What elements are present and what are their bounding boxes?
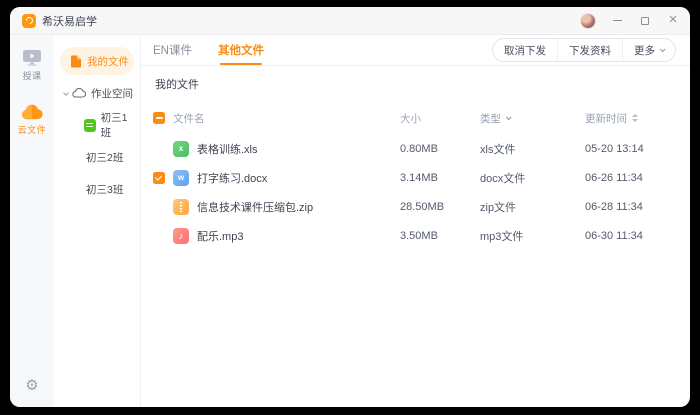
file-type: xls文件 bbox=[480, 141, 585, 157]
app-window: 希沃易启学 ✕ 授课 bbox=[10, 7, 690, 407]
sidebar-item-class-1[interactable]: 初三1班 bbox=[60, 111, 134, 139]
file-type: zip文件 bbox=[480, 199, 585, 215]
select-all-checkbox[interactable] bbox=[153, 112, 165, 124]
file-size: 3.50MB bbox=[400, 230, 480, 242]
rail-item-label: 授课 bbox=[22, 69, 41, 82]
minimize-button[interactable] bbox=[610, 14, 624, 28]
app-title: 希沃易启学 bbox=[42, 13, 97, 29]
cancel-dispatch-button[interactable]: 取消下发 bbox=[493, 39, 557, 61]
file-type: mp3文件 bbox=[480, 228, 585, 244]
file-time: 06-28 11:34 bbox=[585, 201, 676, 213]
class-badge-icon bbox=[84, 119, 96, 132]
docx-file-icon: w bbox=[173, 170, 189, 186]
presentation-screen-icon bbox=[22, 49, 42, 66]
rail-item-cloud-files[interactable]: 云文件 bbox=[18, 104, 47, 136]
table-header-row: 文件名 大小 类型 更新时间 bbox=[153, 106, 676, 130]
more-button-label: 更多 bbox=[634, 43, 655, 58]
file-time: 05-20 13:14 bbox=[585, 143, 676, 155]
tab-other-files[interactable]: 其他文件 bbox=[218, 35, 264, 65]
sidebar-item-class-2[interactable]: 初三2班 bbox=[60, 143, 134, 171]
table-row[interactable]: ♪ 配乐.mp3 3.50MB mp3文件 06-30 11:34 bbox=[153, 221, 676, 250]
main-panel: EN课件 其他文件 取消下发 下发资料 更多 我的文件 文件名 bbox=[141, 35, 690, 407]
rail-item-label: 云文件 bbox=[18, 123, 47, 136]
cloud-icon bbox=[20, 104, 44, 120]
chevron-down-icon[interactable] bbox=[63, 90, 69, 96]
file-type: docx文件 bbox=[480, 170, 585, 186]
sidebar-item-label: 初三2班 bbox=[86, 150, 123, 165]
sidebar-item-label: 初三3班 bbox=[86, 182, 123, 197]
zip-file-icon bbox=[173, 199, 189, 215]
cloud-outline-icon bbox=[72, 88, 86, 98]
file-time: 06-26 11:34 bbox=[585, 172, 676, 184]
sidebar: 我的文件 作业空间 初三1班 初三2班 初三3班 bbox=[54, 35, 141, 407]
table-row[interactable]: w 打字练习.docx 3.14MB docx文件 06-26 11:34 bbox=[153, 163, 676, 192]
rail-item-teach[interactable]: 授课 bbox=[22, 49, 42, 82]
sidebar-item-label: 我的文件 bbox=[87, 54, 129, 69]
sort-icon[interactable] bbox=[632, 114, 638, 122]
user-avatar[interactable] bbox=[580, 13, 596, 29]
file-time: 06-30 11:34 bbox=[585, 230, 676, 242]
column-header-name: 文件名 bbox=[173, 111, 205, 126]
breadcrumb: 我的文件 bbox=[153, 76, 676, 92]
table-row[interactable]: x 表格训练.xls 0.80MB xls文件 05-20 13:14 bbox=[153, 134, 676, 163]
titlebar: 希沃易启学 ✕ bbox=[10, 7, 690, 35]
column-header-type[interactable]: 类型 bbox=[480, 111, 585, 126]
sidebar-item-label: 初三1班 bbox=[101, 110, 134, 140]
action-button-group: 取消下发 下发资料 更多 bbox=[492, 38, 676, 62]
file-name: 打字练习.docx bbox=[197, 170, 267, 186]
dispatch-files-button[interactable]: 下发资料 bbox=[557, 39, 622, 61]
tab-bar: EN课件 其他文件 取消下发 下发资料 更多 bbox=[141, 35, 690, 66]
settings-gear-icon[interactable]: ⚙ bbox=[25, 378, 38, 393]
app-logo-icon bbox=[22, 14, 36, 28]
xls-file-icon: x bbox=[173, 141, 189, 157]
file-name: 配乐.mp3 bbox=[197, 228, 243, 244]
mp3-file-icon: ♪ bbox=[173, 228, 189, 244]
left-rail: 授课 云文件 ⚙ bbox=[10, 35, 54, 407]
file-name: 表格训练.xls bbox=[197, 141, 258, 157]
close-button[interactable]: ✕ bbox=[666, 14, 680, 28]
sidebar-item-my-files[interactable]: 我的文件 bbox=[60, 47, 134, 75]
more-button[interactable]: 更多 bbox=[622, 39, 675, 61]
table-row[interactable]: 信息技术课件压缩包.zip 28.50MB zip文件 06-28 11:34 bbox=[153, 192, 676, 221]
chevron-down-icon bbox=[660, 46, 666, 52]
file-name: 信息技术课件压缩包.zip bbox=[197, 199, 313, 215]
column-header-time[interactable]: 更新时间 bbox=[585, 111, 676, 126]
file-size: 28.50MB bbox=[400, 201, 480, 213]
file-size: 0.80MB bbox=[400, 143, 480, 155]
maximize-button[interactable] bbox=[638, 14, 652, 28]
tab-en-courseware[interactable]: EN课件 bbox=[153, 35, 192, 65]
row-checkbox[interactable] bbox=[153, 172, 165, 184]
desktop-background: 希沃易启学 ✕ 授课 bbox=[0, 0, 700, 415]
sidebar-item-label: 作业空间 bbox=[91, 86, 133, 101]
column-header-size: 大小 bbox=[400, 111, 480, 126]
sidebar-item-class-3[interactable]: 初三3班 bbox=[60, 175, 134, 203]
chevron-down-icon bbox=[506, 114, 512, 120]
file-size: 3.14MB bbox=[400, 172, 480, 184]
document-icon bbox=[70, 55, 82, 68]
file-list-area: 我的文件 文件名 大小 类型 更新时间 bbox=[141, 66, 690, 407]
sidebar-item-homework-space[interactable]: 作业空间 bbox=[60, 79, 134, 107]
